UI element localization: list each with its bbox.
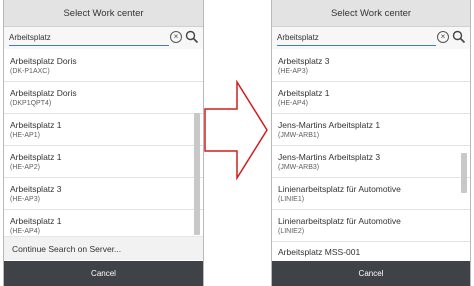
- list-item[interactable]: Arbeitsplatz Doris (DKP1QPT4): [4, 82, 203, 114]
- item-id: (JMW-ARB1): [278, 131, 320, 139]
- item-id: (LINIE2): [278, 227, 305, 235]
- search-icon[interactable]: [185, 30, 199, 44]
- list-item[interactable]: Arbeitsplatz 1 (HE-AP1): [4, 114, 203, 146]
- item-title: Arbeitsplatz 1: [10, 151, 62, 162]
- clear-icon[interactable]: ×: [437, 31, 449, 43]
- item-title: Arbeitsplatz Doris: [10, 87, 77, 98]
- list-item[interactable]: Linienarbeitsplatz für Automotive (LINIE…: [272, 210, 470, 242]
- item-id: (DK-P1AXC): [10, 67, 50, 75]
- cancel-button[interactable]: Cancel: [91, 269, 116, 278]
- item-id: (HE-AP3): [10, 195, 40, 203]
- list-item[interactable]: Jens-Martins Arbeitsplatz 1 (JMW-ARB1): [272, 114, 470, 146]
- work-center-dialog-after: Select Work center × Arbeitsplatz 3 (HE-…: [271, 0, 471, 286]
- item-title: Arbeitsplatz 1: [10, 119, 62, 130]
- search-bar: ×: [4, 27, 203, 49]
- item-id: (JMW-ARB3): [278, 163, 320, 171]
- search-bar: ×: [272, 27, 470, 49]
- scrollbar[interactable]: [461, 153, 467, 193]
- cancel-button[interactable]: Cancel: [359, 269, 384, 278]
- item-id: (HE-AP4): [278, 99, 308, 107]
- search-input[interactable]: [277, 30, 436, 46]
- item-id: (HE-AP4): [10, 227, 40, 235]
- continue-search-button[interactable]: Continue Search on Server...: [4, 236, 203, 260]
- dialog-footer: Cancel: [4, 261, 203, 286]
- item-title: Arbeitsplatz 3: [278, 55, 330, 66]
- item-title: Arbeitsplatz MSS-001: [278, 247, 361, 257]
- list-item[interactable]: Linienarbeitsplatz für Automotive (LINIE…: [272, 178, 470, 210]
- item-id: (HE-AP3): [278, 67, 308, 75]
- dialog-title: Select Work center: [4, 0, 203, 27]
- item-title: Linienarbeitsplatz für Automotive: [278, 215, 401, 226]
- clear-icon[interactable]: ×: [170, 31, 182, 43]
- item-title: Arbeitsplatz 1: [278, 87, 330, 98]
- item-title: Jens-Martins Arbeitsplatz 1: [278, 119, 381, 130]
- item-title: Linienarbeitsplatz für Automotive: [278, 183, 401, 194]
- search-icon[interactable]: [452, 30, 466, 44]
- right-arrow-icon: [204, 80, 268, 180]
- list-item[interactable]: Arbeitsplatz 1 (HE-AP2): [4, 146, 203, 178]
- item-title: Arbeitsplatz Doris: [10, 55, 77, 66]
- list-item[interactable]: Arbeitsplatz Doris (DK-P1AXC): [4, 50, 203, 82]
- list-item[interactable]: Jens-Martins Arbeitsplatz 3 (JMW-ARB3): [272, 146, 470, 178]
- item-id: (DKP1QPT4): [10, 99, 52, 107]
- item-title: Jens-Martins Arbeitsplatz 3: [278, 151, 381, 162]
- work-center-list: Arbeitsplatz Doris (DK-P1AXC) Arbeitspla…: [4, 50, 203, 242]
- work-center-list: Arbeitsplatz 3 (HE-AP3) Arbeitsplatz 1 (…: [272, 50, 470, 264]
- item-title: Arbeitsplatz 1: [10, 215, 62, 226]
- list-item[interactable]: Arbeitsplatz 1 (HE-AP4): [272, 82, 470, 114]
- item-id: (LINIE1): [278, 195, 305, 203]
- work-center-dialog-before: Select Work center × Arbeitsplatz Doris …: [3, 0, 204, 286]
- list-item[interactable]: Arbeitsplatz 3 (HE-AP3): [272, 50, 470, 82]
- search-input[interactable]: [9, 30, 169, 46]
- item-id: (HE-AP2): [10, 163, 40, 171]
- dialog-title: Select Work center: [272, 0, 470, 27]
- dialog-footer: Cancel: [272, 261, 470, 286]
- item-id: (HE-AP1): [10, 131, 40, 139]
- list-item[interactable]: Arbeitsplatz 3 (HE-AP3): [4, 178, 203, 210]
- scrollbar[interactable]: [194, 113, 200, 235]
- item-title: Arbeitsplatz 3: [10, 183, 62, 194]
